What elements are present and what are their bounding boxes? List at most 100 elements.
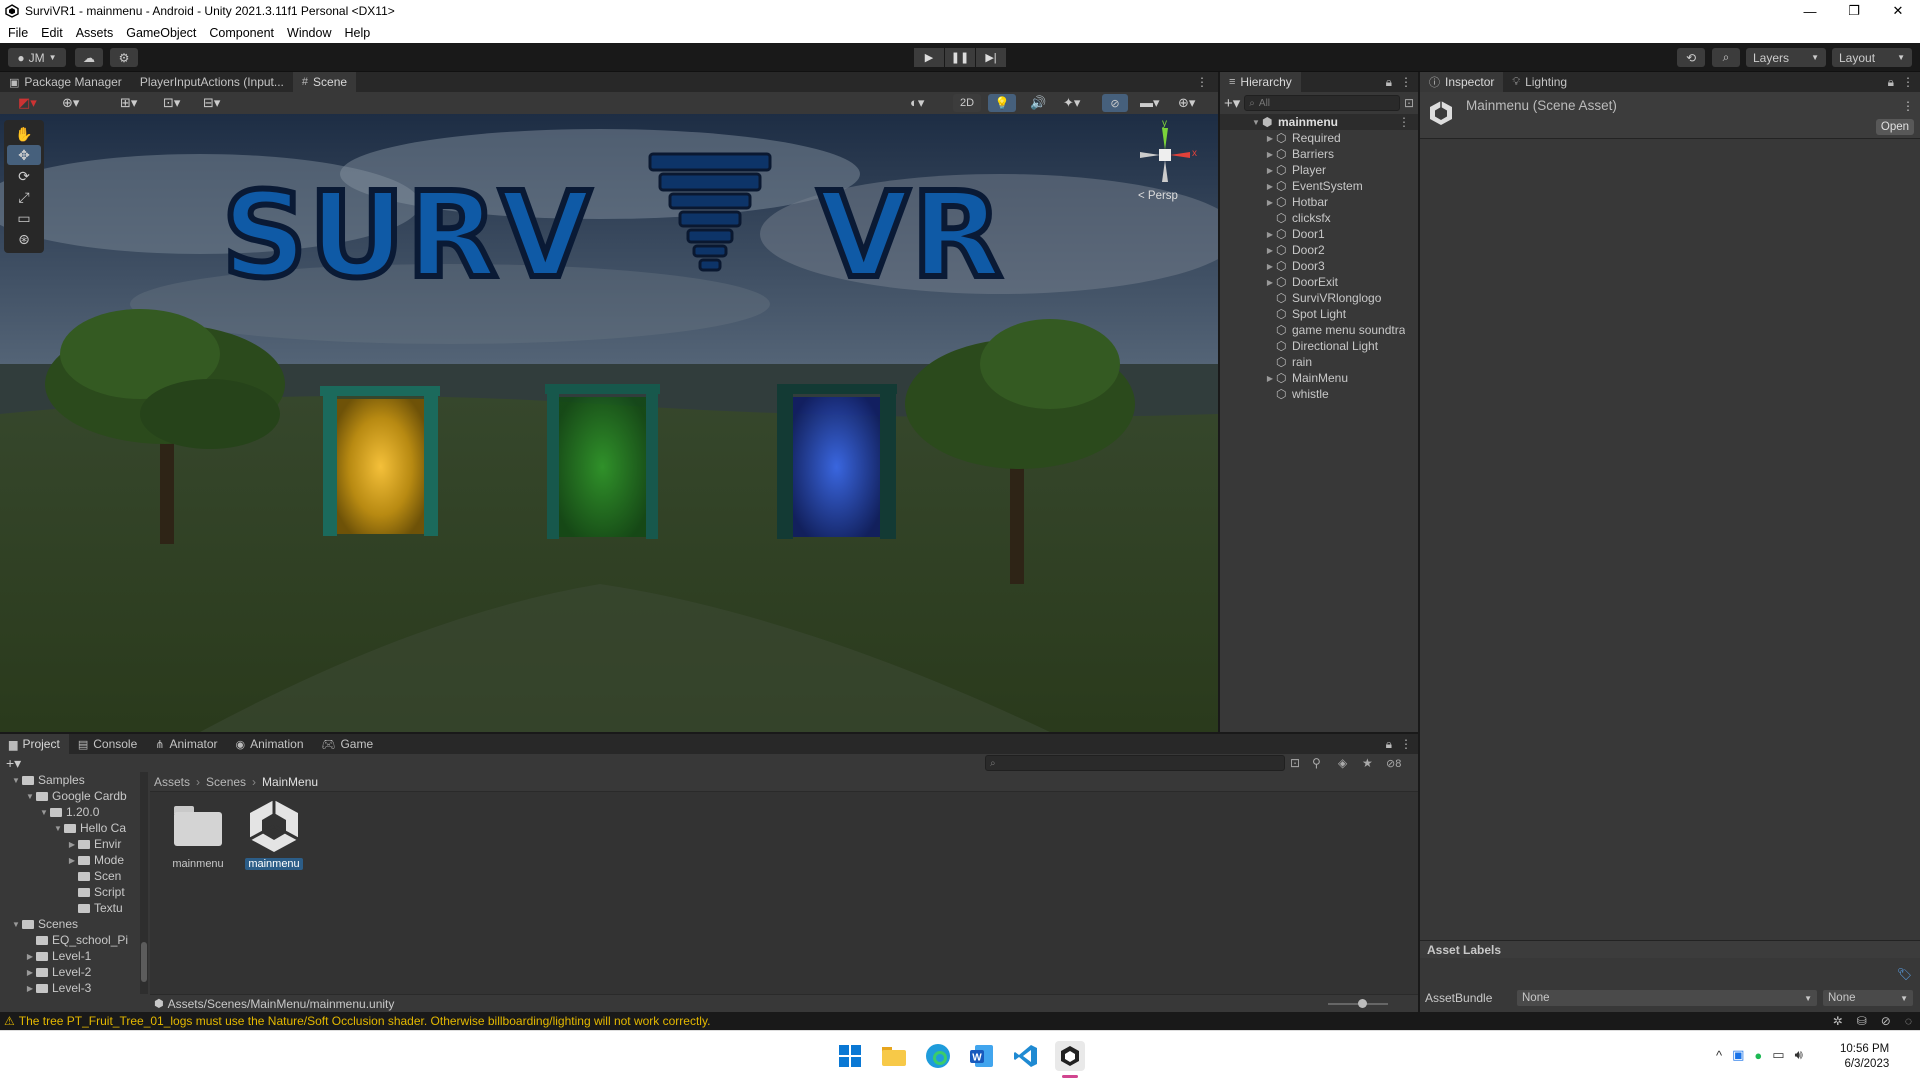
menu-file[interactable]: File bbox=[8, 26, 28, 40]
expand-arrow-icon[interactable]: ▶ bbox=[24, 952, 36, 961]
spotify-icon[interactable]: ● bbox=[1754, 1048, 1762, 1063]
globe-icon[interactable]: ⊕▾ bbox=[62, 95, 79, 111]
tab-project[interactable]: ▆ Project bbox=[0, 734, 69, 754]
open-button[interactable]: Open bbox=[1876, 119, 1914, 135]
2d-toggle[interactable]: 2D bbox=[953, 94, 981, 112]
expand-arrow-icon[interactable]: ▶ bbox=[1264, 230, 1276, 239]
filter-icon[interactable]: ⚲ bbox=[1312, 756, 1321, 770]
project-tree-item[interactable]: ▶ Envir bbox=[0, 836, 148, 852]
expand-arrow-icon[interactable]: ▼ bbox=[52, 824, 64, 833]
project-tree-item[interactable]: ▼ Samples bbox=[0, 772, 148, 788]
expand-arrow-icon[interactable]: ▶ bbox=[24, 968, 36, 977]
more-options-icon[interactable]: ⋮ bbox=[1902, 99, 1914, 113]
cloud-button[interactable]: ☁ bbox=[75, 48, 103, 67]
expand-arrow-icon[interactable]: ▶ bbox=[66, 856, 78, 865]
project-tree-item[interactable]: ▼ Google Cardb bbox=[0, 788, 148, 804]
expand-arrow-icon[interactable]: ▼ bbox=[1250, 118, 1262, 127]
scene-viewport[interactable]: SURV VR ✋ ✥ ⟳ ⤢ ▭ ⊛ y x < Persp bbox=[0, 114, 1218, 732]
status-message[interactable]: The tree PT_Fruit_Tree_01_logs must use … bbox=[19, 1014, 711, 1028]
expand-arrow-icon[interactable]: ▶ bbox=[24, 984, 36, 993]
minimize-button[interactable]: — bbox=[1788, 0, 1832, 22]
camera-icon[interactable]: ▬▾ bbox=[1140, 95, 1160, 111]
cache-server-icon[interactable]: ⛁ bbox=[1857, 1014, 1867, 1028]
hierarchy-item[interactable]: ⬡ rain bbox=[1220, 354, 1418, 370]
hierarchy-item[interactable]: ▶ ⬡ Door2 bbox=[1220, 242, 1418, 258]
expand-arrow-icon[interactable]: ▼ bbox=[10, 920, 22, 929]
ruler-icon[interactable]: ⊟▾ bbox=[203, 95, 220, 111]
pause-button[interactable]: ❚❚ bbox=[945, 48, 975, 67]
start-icon[interactable] bbox=[835, 1041, 865, 1071]
tab-hierarchy[interactable]: ≡ Hierarchy bbox=[1220, 72, 1301, 92]
lock-icon[interactable]: 🔒︎ bbox=[1888, 75, 1894, 90]
hierarchy-item[interactable]: ▶ ⬡ Barriers bbox=[1220, 146, 1418, 162]
project-tree-item[interactable]: ▶ Level-1 bbox=[0, 948, 148, 964]
hierarchy-item[interactable]: ⬡ game menu soundtra bbox=[1220, 322, 1418, 338]
hierarchy-item[interactable]: ⬡ SurviVRlonglogo bbox=[1220, 290, 1418, 306]
file-explorer-icon[interactable] bbox=[879, 1041, 909, 1071]
effects-icon[interactable]: ✦▾ bbox=[1063, 95, 1080, 111]
step-button[interactable]: ▶| bbox=[976, 48, 1006, 67]
clock[interactable]: 10:56 PM 6/3/2023 bbox=[1840, 1042, 1889, 1072]
more-options-icon[interactable]: ⋮ bbox=[1196, 72, 1218, 92]
asset-item-scene[interactable]: mainmenu bbox=[244, 798, 304, 870]
hierarchy-item[interactable]: ▶ ⬡ Door1 bbox=[1220, 226, 1418, 242]
expand-arrow-icon[interactable]: ▼ bbox=[24, 792, 36, 801]
hierarchy-item[interactable]: ⬡ clicksfx bbox=[1220, 210, 1418, 226]
undo-history-button[interactable]: ⟲ bbox=[1677, 48, 1705, 67]
menu-edit[interactable]: Edit bbox=[41, 26, 63, 40]
expand-arrow-icon[interactable]: ▶ bbox=[1264, 166, 1276, 175]
project-tree-item[interactable]: ▶ Level-3 bbox=[0, 980, 148, 994]
scale-tool-icon[interactable]: ⤢ bbox=[7, 187, 41, 207]
hierarchy-item[interactable]: ▶ ⬡ Door3 bbox=[1220, 258, 1418, 274]
close-button[interactable]: ✕ bbox=[1876, 0, 1920, 22]
tree-scrollbar[interactable] bbox=[140, 772, 148, 994]
icon-size-slider[interactable] bbox=[1328, 999, 1388, 1008]
rotate-tool-icon[interactable]: ⟳ bbox=[7, 166, 41, 186]
hierarchy-item[interactable]: ⬡ Spot Light bbox=[1220, 306, 1418, 322]
asset-item-folder[interactable]: mainmenu bbox=[168, 804, 228, 870]
assetbundle-dropdown[interactable]: None ▼ bbox=[1517, 990, 1817, 1006]
expand-arrow-icon[interactable]: ▶ bbox=[1264, 134, 1276, 143]
hierarchy-search-input[interactable]: ⌕ All bbox=[1244, 95, 1400, 111]
more-options-icon[interactable]: ⋮ bbox=[1398, 115, 1418, 129]
lighting-toggle[interactable]: 💡 bbox=[988, 94, 1016, 112]
lock-icon[interactable]: 🔒︎ bbox=[1386, 737, 1392, 752]
tab-scene[interactable]: # Scene bbox=[292, 72, 357, 92]
collab-button[interactable]: ⚙ bbox=[110, 48, 138, 67]
scene-gizmo[interactable]: y x < Persp bbox=[1130, 118, 1200, 202]
menu-window[interactable]: Window bbox=[287, 26, 331, 40]
expand-arrow-icon[interactable]: ▼ bbox=[10, 776, 22, 785]
project-tree-item[interactable]: Textu bbox=[0, 900, 148, 916]
chevron-up-icon[interactable]: ^ bbox=[1716, 1048, 1722, 1063]
move-tool-icon[interactable]: ✥ bbox=[7, 145, 41, 165]
tab-game[interactable]: 🎮︎ Game bbox=[313, 734, 383, 754]
hierarchy-item[interactable]: ▶ ⬡ MainMenu bbox=[1220, 370, 1418, 386]
gizmos-icon[interactable]: ⊕▾ bbox=[1178, 95, 1195, 111]
expand-arrow-icon[interactable]: ▶ bbox=[1264, 150, 1276, 159]
expand-arrow-icon[interactable]: ▶ bbox=[1264, 198, 1276, 207]
expand-arrow-icon[interactable]: ▶ bbox=[1264, 374, 1276, 383]
grid-snap-icon[interactable]: ⊞▾ bbox=[120, 95, 137, 111]
menu-assets[interactable]: Assets bbox=[76, 26, 114, 40]
hierarchy-root-row[interactable]: ▼ ⬢ mainmenu ⋮ bbox=[1220, 114, 1418, 130]
menu-help[interactable]: Help bbox=[344, 26, 370, 40]
project-tree-item[interactable]: ▶ Level-2 bbox=[0, 964, 148, 980]
breadcrumb-item[interactable]: Scenes bbox=[206, 775, 246, 789]
hierarchy-item[interactable]: ▶ ⬡ Player bbox=[1220, 162, 1418, 178]
tray-app-icon[interactable]: ▣ bbox=[1732, 1047, 1744, 1063]
menu-component[interactable]: Component bbox=[209, 26, 274, 40]
auto-generate-icon[interactable]: ⊘ bbox=[1881, 1014, 1891, 1028]
project-tree-item[interactable]: ▼ 1.20.0 bbox=[0, 804, 148, 820]
search-button[interactable]: ⌕ bbox=[1712, 48, 1740, 67]
notifications-icon[interactable]: ◌ bbox=[1905, 1014, 1912, 1028]
vscode-icon[interactable] bbox=[1011, 1041, 1041, 1071]
favorite-icon[interactable]: ★ bbox=[1362, 756, 1373, 770]
project-tree-item[interactable]: ▼ Hello Ca bbox=[0, 820, 148, 836]
tab-package-manager[interactable]: ▣ Package Manager bbox=[0, 72, 131, 92]
word-icon[interactable]: W bbox=[967, 1041, 997, 1071]
increment-snap-icon[interactable]: ⊡▾ bbox=[163, 95, 180, 111]
expand-arrow-icon[interactable]: ▶ bbox=[1264, 262, 1276, 271]
bug-icon[interactable]: ✲ bbox=[1833, 1014, 1843, 1028]
assetbundle-variant-dropdown[interactable]: None ▼ bbox=[1823, 990, 1913, 1006]
hierarchy-item[interactable]: ▶ ⬡ DoorExit bbox=[1220, 274, 1418, 290]
